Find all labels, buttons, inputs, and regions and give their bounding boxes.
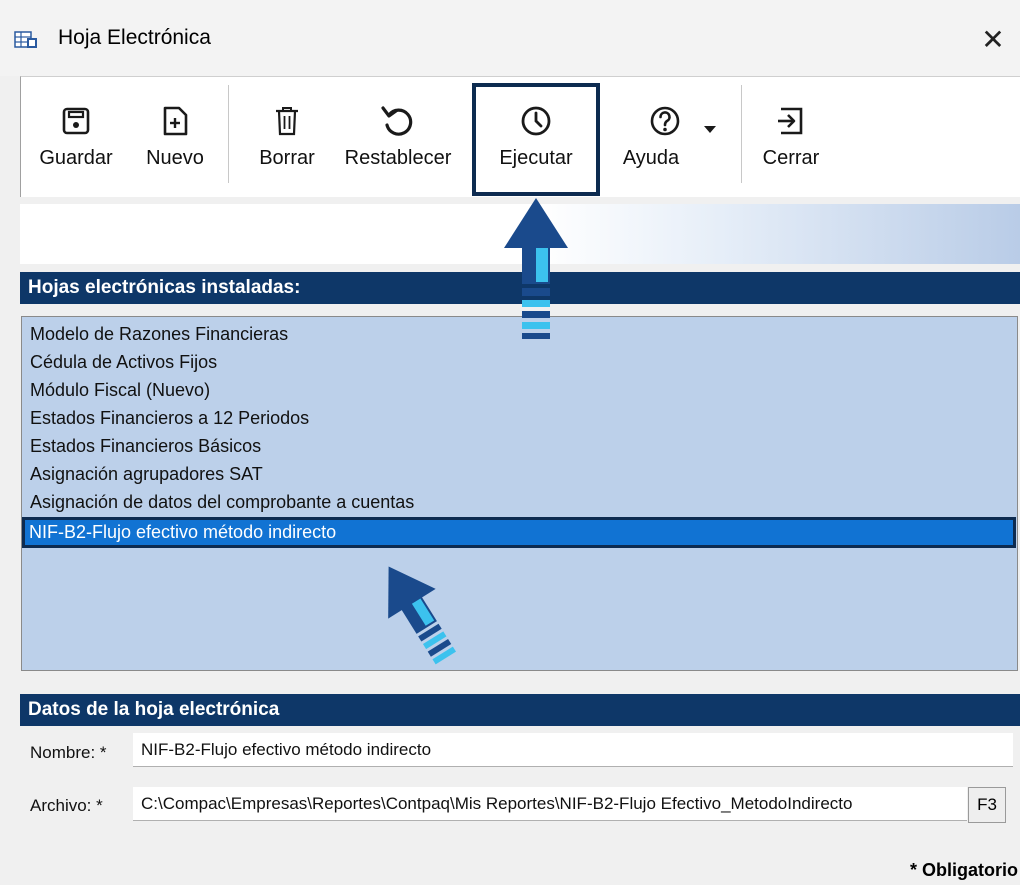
save-icon (62, 107, 90, 135)
window-title: Hoja Electrónica (58, 26, 211, 49)
save-button[interactable]: Guardar (27, 77, 125, 189)
installed-list[interactable]: Modelo de Razones Financieras Cédula de … (21, 316, 1018, 671)
new-button[interactable]: Nuevo (133, 77, 217, 189)
reset-label: Restablecer (344, 147, 452, 169)
help-label: Ayuda (622, 147, 680, 169)
toolbar-separator (741, 85, 742, 183)
save-label: Guardar (39, 147, 113, 169)
list-item[interactable]: Estados Financieros a 12 Periodos (30, 408, 309, 429)
dropdown-arrow-icon[interactable] (703, 125, 717, 135)
spreadsheet-app-icon (14, 31, 37, 48)
diagonal-arrow-annotation (388, 566, 457, 665)
help-icon (650, 106, 680, 136)
name-field[interactable]: NIF-B2-Flujo efectivo método indirecto (133, 733, 1013, 767)
list-item[interactable]: Cédula de Activos Fijos (30, 352, 217, 373)
close-label: Cerrar (762, 147, 820, 169)
list-item[interactable]: Asignación de datos del comprobante a cu… (30, 492, 414, 513)
browse-file-button[interactable]: F3 (968, 787, 1006, 823)
reset-icon (381, 106, 413, 136)
reset-button[interactable]: Restablecer (331, 77, 465, 189)
new-label: Nuevo (146, 147, 204, 169)
list-item[interactable]: Modelo de Razones Financieras (30, 324, 288, 345)
title-bar: Hoja Electrónica ✕ (0, 0, 1020, 76)
trash-icon (276, 107, 298, 136)
file-label: Archivo: * (30, 796, 103, 815)
delete-button[interactable]: Borrar (243, 77, 331, 189)
details-header: Datos de la hoja electrónica (20, 694, 1020, 726)
execute-highlight (472, 83, 600, 196)
delete-label: Borrar (259, 147, 315, 169)
up-arrow-annotation (504, 198, 568, 339)
list-item[interactable]: Estados Financieros Básicos (30, 436, 261, 457)
new-document-icon (163, 106, 188, 136)
required-note: * Obligatorio (910, 860, 1018, 880)
dialog-window: Hoja Electrónica ✕ Guardar Nuevo Borrar … (0, 0, 1020, 885)
list-item-selected[interactable]: NIF-B2-Flujo efectivo método indirecto (22, 517, 1016, 548)
name-label: Nombre: * (30, 743, 107, 762)
close-button[interactable]: Cerrar (751, 77, 831, 189)
toolbar-separator (228, 85, 229, 183)
close-window-button[interactable]: ✕ (966, 14, 1020, 64)
list-item[interactable]: Asignación agrupadores SAT (30, 464, 263, 485)
exit-icon (778, 107, 803, 135)
list-item[interactable]: Módulo Fiscal (Nuevo) (30, 380, 210, 401)
help-button[interactable]: Ayuda (609, 77, 721, 189)
file-field[interactable]: C:\Compac\Empresas\Reportes\Contpaq\Mis … (133, 787, 967, 821)
